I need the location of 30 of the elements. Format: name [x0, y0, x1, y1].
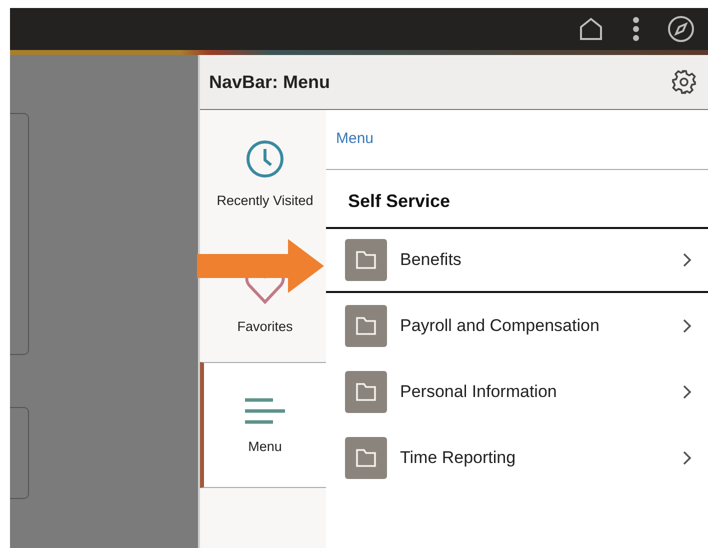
folder-icon — [345, 305, 387, 347]
tab-label: Favorites — [237, 318, 293, 334]
menu-item[interactable]: Payroll and Compensation — [326, 293, 708, 359]
nav-tab[interactable]: Menu — [200, 362, 326, 488]
item-label: Benefits — [400, 250, 462, 270]
tab-label: Menu — [248, 438, 282, 454]
breadcrumb-link[interactable]: Menu — [326, 110, 708, 170]
section-heading: Self Service — [347, 190, 452, 213]
compass-icon[interactable] — [668, 16, 694, 42]
menu-item[interactable]: Personal Information — [326, 359, 708, 425]
menu-item[interactable]: Time Reporting — [326, 425, 708, 491]
menu-item[interactable]: Benefits — [326, 227, 708, 293]
clock-icon — [245, 138, 285, 178]
more-icon[interactable] — [632, 17, 640, 41]
folder-icon — [345, 371, 387, 413]
chevron-right-icon — [682, 384, 692, 400]
item-label: Payroll and Compensation — [400, 316, 600, 336]
panel-title: NavBar: Menu — [209, 72, 330, 92]
chevron-right-icon — [682, 450, 692, 466]
folder-icon — [345, 437, 387, 479]
nav-tab[interactable]: Recently Visited — [200, 110, 326, 236]
menu-icon — [245, 396, 285, 424]
chevron-right-icon — [682, 252, 692, 268]
item-label: Time Reporting — [400, 448, 517, 468]
item-label: Personal Information — [400, 382, 558, 402]
tab-label: Recently Visited — [216, 192, 314, 208]
chevron-right-icon — [682, 318, 692, 334]
folder-icon — [345, 239, 387, 281]
home-icon[interactable] — [578, 17, 604, 41]
settings-icon[interactable] — [672, 70, 696, 94]
